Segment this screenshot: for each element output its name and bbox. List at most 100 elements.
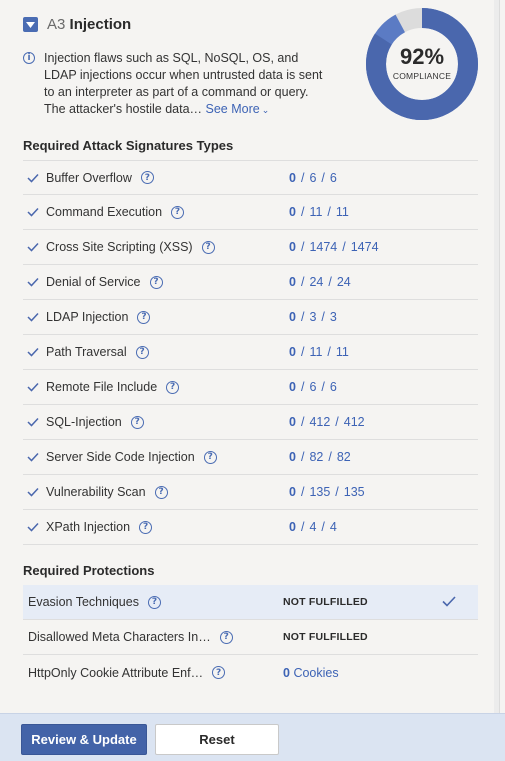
enabled-count: 6 (309, 380, 317, 394)
protection-name: HttpOnly Cookie Attribute Enf… (28, 665, 204, 680)
signature-row[interactable]: XPath Injection? 0/4/4 (23, 510, 478, 545)
signature-row[interactable]: Cross Site Scripting (XSS)? 0/1474/1474 (23, 230, 478, 265)
category-code: A3 (47, 16, 66, 33)
signature-name: Denial of Service (46, 275, 141, 289)
help-icon[interactable]: ? (154, 485, 168, 499)
signature-name: SQL-Injection (46, 415, 122, 429)
collapse-toggle-button[interactable] (23, 17, 38, 32)
enabled-count: 135 (309, 485, 331, 499)
signature-name: Buffer Overflow (46, 170, 132, 185)
signature-row[interactable]: SQL-Injection? 0/412/412 (23, 405, 478, 440)
signature-row[interactable]: Command Execution? 0/11/11 (23, 195, 478, 230)
signature-row[interactable]: Path Traversal? 0/11/11 (23, 335, 478, 370)
help-icon[interactable]: ? (201, 240, 215, 254)
signature-counts[interactable]: 0/82/82 (289, 450, 351, 464)
check-icon (27, 207, 40, 217)
signature-name: Server Side Code Injection (46, 450, 195, 464)
check-icon (442, 596, 456, 607)
info-icon: i (23, 52, 35, 64)
help-icon[interactable]: ? (130, 415, 144, 429)
help-icon[interactable]: ? (139, 520, 153, 534)
enabled-count: 412 (309, 415, 331, 429)
enforced-count: 0 (289, 205, 296, 219)
enabled-count: 11 (309, 345, 323, 359)
category-description: i Injection flaws such as SQL, NoSQL, OS… (23, 50, 333, 119)
enabled-count: 24 (309, 275, 324, 289)
help-icon[interactable]: ? (203, 450, 217, 464)
total-count: 6 (329, 380, 337, 394)
description-text: Injection flaws such as SQL, NoSQL, OS, … (44, 51, 323, 116)
signature-counts[interactable]: 0/1474/1474 (289, 240, 379, 254)
category-name: Injection (69, 16, 132, 33)
help-icon[interactable]: ? (140, 171, 154, 184)
total-count: 135 (343, 485, 365, 499)
signature-row[interactable]: Buffer Overflow? 0/6/6 (23, 160, 478, 195)
protection-row-httponly-cookie[interactable]: HttpOnly Cookie Attribute Enf… ? 0 Cooki… (23, 655, 478, 690)
enforced-count: 0 (289, 415, 296, 429)
check-icon (27, 312, 40, 322)
signature-counts[interactable]: 0/4/4 (289, 520, 337, 534)
total-count: 24 (336, 275, 351, 289)
signature-row[interactable]: Denial of Service? 0/24/24 (23, 265, 478, 300)
enforced-count: 0 (289, 275, 296, 289)
check-icon (27, 277, 40, 287)
enforced-count: 0 (289, 380, 296, 394)
total-count: 1474 (350, 240, 379, 254)
help-icon[interactable]: ? (166, 380, 180, 394)
help-icon[interactable]: ? (137, 310, 151, 324)
signature-counts[interactable]: 0/6/6 (289, 380, 337, 394)
category-title: A3 Injection (47, 16, 131, 33)
signature-name: Cross Site Scripting (XSS) (46, 240, 193, 254)
signature-row[interactable]: Server Side Code Injection? 0/82/82 (23, 440, 478, 475)
category-header: A3 Injection (23, 16, 131, 33)
signatures-section-title: Required Attack Signatures Types (23, 138, 234, 153)
review-update-button[interactable]: Review & Update (21, 724, 147, 755)
check-icon (27, 487, 40, 497)
signature-counts[interactable]: 0/412/412 (289, 415, 365, 429)
signature-name: Remote File Include (46, 380, 158, 394)
scrollbar[interactable] (494, 0, 499, 713)
help-icon[interactable]: ? (135, 345, 149, 359)
enabled-count: 4 (309, 520, 317, 534)
check-icon (27, 347, 40, 357)
signature-types-list: Buffer Overflow? 0/6/6 Command Execution? 0… (23, 160, 478, 545)
signature-counts[interactable]: 0/6/6 (289, 171, 337, 185)
protection-name: Evasion Techniques (28, 595, 139, 609)
signature-counts[interactable]: 0/24/24 (289, 275, 351, 289)
total-count: 4 (329, 520, 337, 534)
protection-status: NOT FULFILLED (283, 596, 368, 608)
signature-counts[interactable]: 0/11/11 (289, 345, 349, 359)
signature-name: XPath Injection (46, 520, 131, 534)
help-icon[interactable]: ? (171, 205, 185, 219)
signature-row[interactable]: Remote File Include? 0/6/6 (23, 370, 478, 405)
total-count: 82 (336, 450, 351, 464)
protections-list: Evasion Techniques ? NOT FULFILLED Disal… (23, 585, 478, 690)
signature-counts[interactable]: 0/11/11 (289, 205, 349, 219)
help-icon[interactable]: ? (147, 595, 161, 609)
protection-row-disallowed-meta-characters[interactable]: Disallowed Meta Characters In… ? NOT FUL… (23, 620, 478, 655)
cookies-link[interactable]: 0 Cookies (283, 666, 339, 680)
protection-row-evasion-techniques[interactable]: Evasion Techniques ? NOT FULFILLED (23, 585, 478, 620)
check-icon (27, 452, 40, 462)
help-icon[interactable]: ? (219, 630, 233, 644)
total-count: 6 (329, 170, 337, 185)
signature-row[interactable]: Vulnerability Scan? 0/135/135 (23, 475, 478, 510)
signature-name: Command Execution (46, 205, 163, 219)
reset-button[interactable]: Reset (155, 724, 279, 755)
signature-counts[interactable]: 0/135/135 (289, 485, 365, 499)
help-icon[interactable]: ? (149, 275, 163, 289)
compliance-label: COMPLIANCE (392, 71, 452, 81)
signature-counts[interactable]: 0/3/3 (289, 310, 337, 324)
enabled-count: 3 (309, 310, 317, 324)
enforced-count: 0 (289, 520, 296, 534)
check-icon (27, 522, 40, 532)
signature-row[interactable]: LDAP Injection? 0/3/3 (23, 300, 478, 335)
check-icon (27, 382, 40, 392)
see-more-link[interactable]: See More ⌄ (206, 102, 270, 116)
total-count: 11 (335, 205, 349, 219)
check-icon (27, 242, 40, 252)
enforced-count: 0 (289, 450, 296, 464)
check-icon (27, 417, 40, 427)
help-icon[interactable]: ? (212, 666, 226, 679)
enabled-count: 6 (309, 170, 317, 185)
